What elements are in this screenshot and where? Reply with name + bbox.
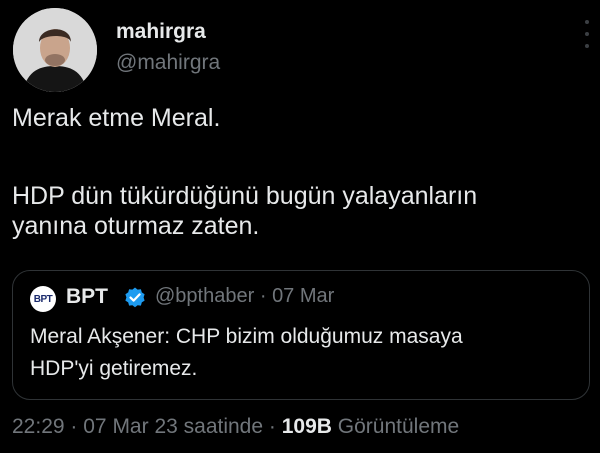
- quoted-date: 07 Mar: [272, 285, 335, 307]
- quoted-account-logo: BPT: [30, 286, 56, 312]
- tweet-line: HDP dün tükürdüğünü bugün yalayanların: [12, 182, 478, 210]
- quoted-meta: @bpthaber · 07 Mar: [155, 285, 334, 308]
- verified-badge-icon: [125, 287, 145, 308]
- author-handle[interactable]: @mahirgra: [116, 51, 220, 75]
- quoted-account-name: BPT: [66, 285, 108, 308]
- author-name[interactable]: mahirgra: [116, 20, 206, 44]
- quoted-line: HDP'yi getiremez.: [30, 357, 198, 380]
- quoted-text: Meral Akşener: CHP bizim olduğumuz masay…: [30, 321, 570, 385]
- more-options-icon[interactable]: [582, 20, 592, 48]
- tweet-card: mahirgra @mahirgra Merak etme Meral. HDP…: [0, 0, 600, 453]
- footer-separator: ·: [70, 415, 78, 438]
- views-count[interactable]: 109B: [282, 415, 332, 438]
- tweet-text: Merak etme Meral. HDP dün tükürdüğünü bu…: [12, 103, 592, 241]
- tweet-date[interactable]: 07 Mar 23 saatinde: [83, 415, 263, 438]
- quoted-tweet[interactable]: BPT BPT @bpthaber · 07 Mar Meral Akşener…: [12, 270, 590, 400]
- quoted-handle: @bpthaber: [155, 285, 255, 307]
- tweet-footer: 22:29 · 07 Mar 23 saatinde · 109B Görünt…: [12, 415, 459, 439]
- tweet-line: Merak etme Meral.: [12, 104, 221, 132]
- profile-photo-icon: [13, 8, 97, 92]
- quoted-separator: ·: [259, 285, 267, 307]
- footer-separator: ·: [268, 415, 276, 438]
- tweet-time[interactable]: 22:29: [12, 415, 65, 438]
- views-label: Görüntüleme: [337, 415, 460, 438]
- tweet-line: yanına oturmaz zaten.: [12, 212, 260, 240]
- quoted-line: Meral Akşener: CHP bizim olduğumuz masay…: [30, 325, 463, 348]
- author-avatar[interactable]: [13, 8, 97, 92]
